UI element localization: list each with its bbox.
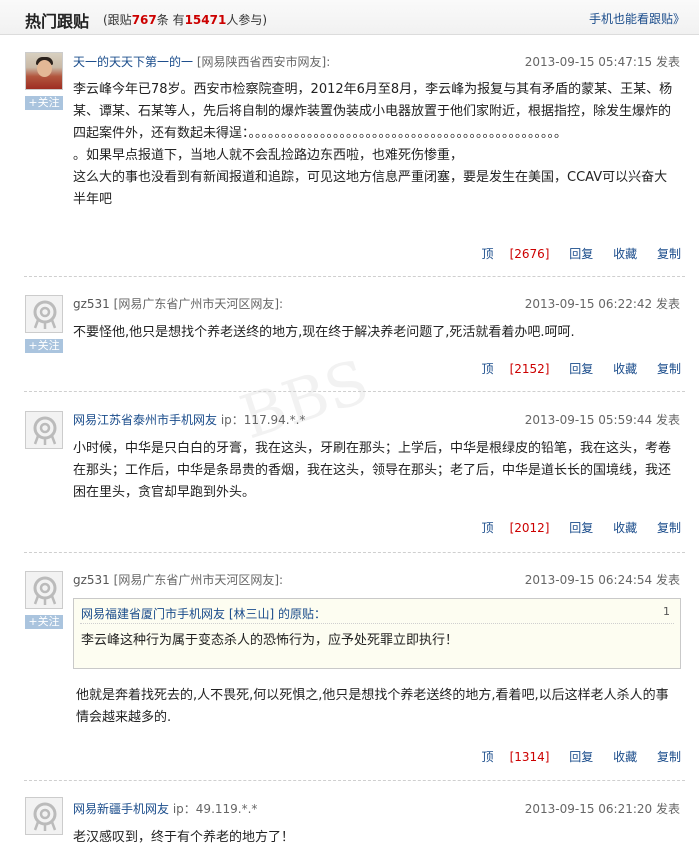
upvote-button[interactable]: 顶 [1314]: [466, 750, 550, 764]
reply-button[interactable]: 回复: [569, 362, 593, 376]
comment-meta: gz531 [网易广东省广州市天河区网友]:: [73, 295, 283, 312]
upvote-button[interactable]: 顶 [2676]: [466, 247, 550, 261]
favorite-button[interactable]: 收藏: [613, 362, 637, 376]
post-time: 2013-09-15 06:22:42 发表: [524, 297, 680, 311]
user-avatar[interactable]: [25, 295, 63, 333]
copy-button[interactable]: 复制: [657, 521, 681, 535]
comment-paragraph: 他就是奔着找死去的,人不畏死,何以死惧之,他只是想找个养老送终的地方,看着吧,以…: [76, 688, 669, 725]
username-link[interactable]: 网易江苏省泰州市手机网友: [73, 413, 217, 427]
reply-button[interactable]: 回复: [569, 247, 593, 261]
comment-meta: 天一的天天下第一的一 [网易陕西省西安市网友]:: [73, 53, 330, 70]
comment-item: 网易新疆手机网友 ip：49.119.*.* 2013-09-15 06:21:…: [0, 781, 699, 867]
copy-button[interactable]: 复制: [657, 362, 681, 376]
quote-text: 李云峰这种行为属于变态杀人的恐怖行为，应予处死罪立即执行！: [81, 633, 459, 648]
favorite-button[interactable]: 收藏: [613, 750, 637, 764]
reply-button[interactable]: 回复: [569, 750, 593, 764]
user-avatar[interactable]: [25, 52, 63, 90]
default-avatar-icon: [33, 576, 57, 605]
follow-button[interactable]: +关注: [25, 339, 63, 353]
user-location: [网易陕西省西安市网友]:: [196, 55, 331, 69]
post-time: 2013-09-15 05:47:15 发表: [524, 55, 680, 69]
copy-button[interactable]: 复制: [657, 750, 681, 764]
comment-stats: (跟贴767条 有15471人参与): [103, 13, 268, 27]
upvote-count: [2152]: [509, 362, 550, 376]
mobile-view-link[interactable]: 手机也能看跟贴》: [589, 10, 685, 27]
section-title: 热门跟贴: [25, 12, 90, 31]
comment-body: 老汉感叹到，终于有个养老的地方了！: [73, 827, 678, 849]
participants-count: 15471: [184, 13, 227, 27]
username-link[interactable]: 网易新疆手机网友: [73, 802, 169, 816]
follow-button[interactable]: +关注: [25, 615, 63, 629]
comment-item: +关注 gz531 [网易广东省广州市天河区网友]: 2013-09-15 06…: [0, 277, 699, 392]
comment-body: 不要怪他,他只是想找个养老送终的地方,现在终于解决养老问题了,死活就看着办吧.呵…: [73, 322, 678, 344]
reply-button[interactable]: 回复: [569, 521, 593, 535]
user-avatar[interactable]: [25, 797, 63, 835]
comment-actions: 顶 [1314] 回复 收藏 复制: [450, 748, 681, 765]
comments-header: 热门跟贴 (跟贴767条 有15471人参与) 手机也能看跟贴》: [0, 0, 699, 35]
comment-actions: 顶 [2012] 回复 收藏 复制: [450, 519, 681, 536]
default-avatar-icon: [33, 300, 57, 329]
post-time: 2013-09-15 06:21:20 发表: [524, 802, 680, 816]
comment-body: 李云峰今年已78岁。西安市检察院查明，2012年6月至8月，李云峰为报复与其有矛…: [73, 79, 678, 211]
username-link[interactable]: gz531: [73, 297, 110, 311]
comment-item: +关注 gz531 [网易广东省广州市天河区网友]: 2013-09-15 06…: [0, 553, 699, 781]
quote-header[interactable]: 网易福建省厦门市手机网友 [林三山] 的原贴：: [81, 605, 326, 622]
comment-paragraph: 这么大的事也没看到有新闻报道和追踪，可见这地方信息严重闭塞，要是发生在美国，CC…: [73, 170, 668, 207]
comment-paragraph: 。如果早点报道下，当地人就不会乱捡路边东西啦，也难死伤惨重，: [73, 148, 464, 163]
user-location: [网易广东省广州市天河区网友]:: [113, 297, 284, 311]
copy-button[interactable]: 复制: [657, 247, 681, 261]
comment-actions: 顶 [2676] 回复 收藏 复制: [450, 245, 681, 262]
comment-meta: 网易新疆手机网友 ip：49.119.*.*: [73, 800, 257, 817]
replies-count: 767: [131, 13, 157, 27]
upvote-button[interactable]: 顶 [2012]: [466, 521, 550, 535]
comment-meta: gz531 [网易广东省广州市天河区网友]:: [73, 571, 283, 588]
comment-paragraph: 不要怪他,他只是想找个养老送终的地方,现在终于解决养老问题了,死活就看着办吧.呵…: [73, 325, 575, 340]
user-location: ip：49.119.*.*: [172, 802, 258, 816]
upvote-count: [1314]: [509, 750, 550, 764]
username-link[interactable]: gz531: [73, 573, 110, 587]
user-location: [网易广东省广州市天河区网友]:: [113, 573, 284, 587]
comment-actions: 顶 [2152] 回复 收藏 复制: [450, 360, 681, 377]
upvote-button[interactable]: 顶 [2152]: [466, 362, 550, 376]
comment-paragraph: 小时候，中华是只白白的牙膏，我在这头，牙刷在那头；上学后，中华是根绿皮的铅笔，我…: [73, 441, 672, 500]
comment-item: +关注 天一的天天下第一的一 [网易陕西省西安市网友]: 2013-09-15 …: [0, 36, 699, 277]
quote-floor-number: 1: [663, 605, 670, 618]
favorite-button[interactable]: 收藏: [613, 521, 637, 535]
default-avatar-icon: [33, 802, 57, 831]
user-location: ip：117.94.*.*: [220, 413, 306, 427]
comment-paragraph: 李云峰今年已78岁。西安市检察院查明，2012年6月至8月，李云峰为报复与其有矛…: [73, 82, 673, 141]
user-avatar[interactable]: [25, 411, 63, 449]
default-avatar-icon: [33, 416, 57, 445]
follow-button[interactable]: +关注: [25, 96, 63, 110]
quoted-post: 网易福建省厦门市手机网友 [林三山] 的原贴： 1 李云峰这种行为属于变态杀人的…: [73, 598, 681, 669]
upvote-count: [2012]: [509, 521, 550, 535]
user-avatar[interactable]: [25, 571, 63, 609]
comment-body: 他就是奔着找死去的,人不畏死,何以死惧之,他只是想找个养老送终的地方,看着吧,以…: [76, 685, 681, 729]
comment-paragraph: 老汉感叹到，终于有个养老的地方了！: [73, 830, 295, 845]
upvote-count: [2676]: [509, 247, 550, 261]
post-time: 2013-09-15 05:59:44 发表: [524, 413, 680, 427]
username-link[interactable]: 天一的天天下第一的一: [73, 55, 193, 69]
favorite-button[interactable]: 收藏: [613, 247, 637, 261]
comment-item: 网易江苏省泰州市手机网友 ip：117.94.*.* 2013-09-15 05…: [0, 392, 699, 553]
post-time: 2013-09-15 06:24:54 发表: [524, 573, 680, 587]
comment-body: 小时候，中华是只白白的牙膏，我在这头，牙刷在那头；上学后，中华是根绿皮的铅笔，我…: [73, 438, 678, 504]
comment-meta: 网易江苏省泰州市手机网友 ip：117.94.*.*: [73, 411, 305, 428]
